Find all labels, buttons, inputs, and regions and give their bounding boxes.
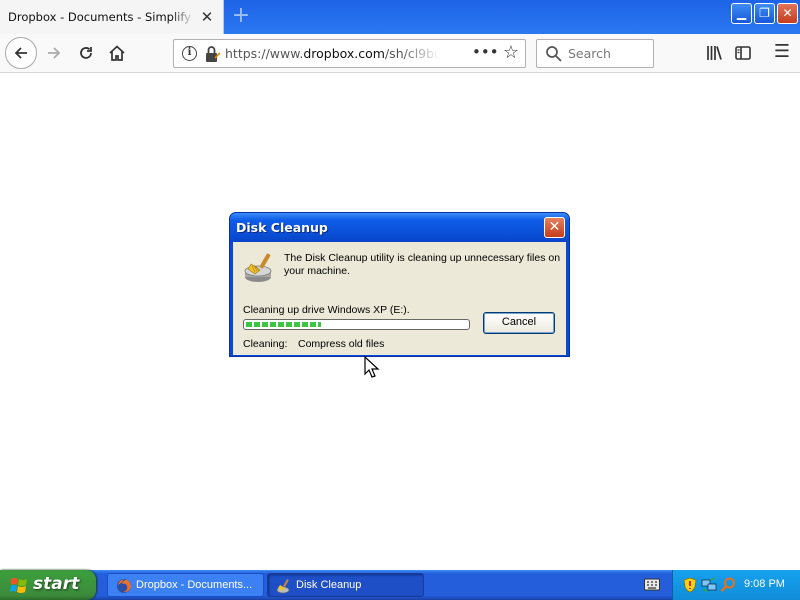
progress-bar bbox=[243, 319, 470, 330]
reload-button[interactable] bbox=[71, 38, 101, 68]
new-tab-button[interactable]: + bbox=[230, 5, 252, 27]
drive-label: Cleaning up drive Windows XP (E:). bbox=[243, 304, 410, 316]
taskbar: start Dropbox - Documents... Disk Cleanu… bbox=[0, 570, 800, 600]
reload-icon bbox=[80, 47, 92, 59]
window-close-button[interactable]: ✕ bbox=[777, 3, 798, 24]
taskbar-item-label: Disk Cleanup bbox=[296, 579, 362, 591]
taskbar-clock[interactable]: 9:08 PM bbox=[744, 578, 785, 590]
site-info-icon[interactable]: i bbox=[182, 46, 197, 61]
sidebar-icon bbox=[735, 46, 751, 60]
page-actions-menu-icon[interactable]: ••• bbox=[472, 43, 499, 63]
url-prefix: https://www. bbox=[225, 46, 304, 61]
search-tray-icon[interactable] bbox=[720, 577, 736, 593]
window-minimize-button[interactable]: ▁ bbox=[731, 3, 752, 24]
keyboard-icon[interactable] bbox=[644, 578, 660, 591]
back-button[interactable] bbox=[5, 37, 37, 69]
cancel-button[interactable]: Cancel bbox=[483, 312, 555, 334]
url-bar[interactable]: i https://www.dropbox.com/sh/cl9bu4 ••• … bbox=[173, 39, 526, 68]
tab-close-icon[interactable]: ✕ bbox=[198, 8, 216, 26]
home-button[interactable] bbox=[102, 38, 132, 68]
search-icon bbox=[546, 46, 562, 62]
status-value: Compress old files bbox=[298, 338, 385, 350]
dialog-title: Disk Cleanup bbox=[236, 220, 328, 235]
dialog-body: The Disk Cleanup utility is cleaning up … bbox=[233, 242, 566, 355]
tab-title: Dropbox - Documents - Simplify your life bbox=[8, 10, 194, 24]
firefox-icon bbox=[117, 579, 131, 593]
taskbar-item-dropbox[interactable]: Dropbox - Documents... bbox=[107, 573, 264, 597]
disk-cleanup-dialog: Disk Cleanup ✕ The Disk Cleanup utility … bbox=[229, 212, 570, 357]
library-icon bbox=[707, 46, 722, 60]
home-icon bbox=[109, 45, 125, 61]
forward-arrow-icon bbox=[48, 47, 61, 59]
back-arrow-icon bbox=[14, 47, 27, 59]
browser-toolbar: i https://www.dropbox.com/sh/cl9bu4 ••• … bbox=[0, 34, 800, 73]
dialog-titlebar[interactable]: Disk Cleanup ✕ bbox=[230, 213, 569, 242]
system-tray: 9:08 PM bbox=[672, 570, 800, 600]
start-label: start bbox=[33, 574, 80, 594]
search-bar[interactable]: Search bbox=[536, 39, 654, 68]
start-button[interactable]: start bbox=[0, 570, 96, 600]
search-placeholder: Search bbox=[568, 46, 611, 61]
disk-cleanup-icon bbox=[276, 579, 290, 594]
mouse-cursor-icon bbox=[364, 356, 380, 378]
security-shield-icon[interactable] bbox=[683, 577, 697, 593]
url-text[interactable]: https://www.dropbox.com/sh/cl9bu4 bbox=[225, 46, 440, 64]
sidebar-toggle-button[interactable] bbox=[728, 38, 758, 68]
disk-cleanup-icon bbox=[244, 253, 272, 282]
browser-tab-dropbox[interactable]: Dropbox - Documents - Simplify your life… bbox=[0, 0, 224, 34]
taskbar-item-label: Dropbox - Documents... bbox=[136, 579, 253, 591]
network-icon[interactable] bbox=[701, 577, 717, 593]
progress-fill bbox=[246, 322, 321, 327]
lock-icon[interactable] bbox=[203, 44, 221, 64]
url-domain: dropbox.com bbox=[303, 46, 385, 61]
status-label: Cleaning: bbox=[243, 338, 288, 350]
dialog-message: The Disk Cleanup utility is cleaning up … bbox=[284, 252, 561, 277]
dialog-close-button[interactable]: ✕ bbox=[544, 217, 565, 238]
url-path: /sh/cl9bu4 bbox=[384, 46, 440, 61]
bookmark-star-icon[interactable]: ☆ bbox=[500, 42, 522, 64]
forward-button[interactable] bbox=[39, 38, 69, 68]
library-button[interactable] bbox=[699, 38, 729, 68]
taskbar-item-disk-cleanup[interactable]: Disk Cleanup bbox=[267, 573, 424, 597]
browser-tab-strip: Dropbox - Documents - Simplify your life… bbox=[0, 0, 800, 34]
windows-logo-icon bbox=[10, 578, 27, 593]
hamburger-menu-icon[interactable]: ☰ bbox=[767, 38, 797, 68]
window-restore-button[interactable]: ❐ bbox=[754, 3, 775, 24]
